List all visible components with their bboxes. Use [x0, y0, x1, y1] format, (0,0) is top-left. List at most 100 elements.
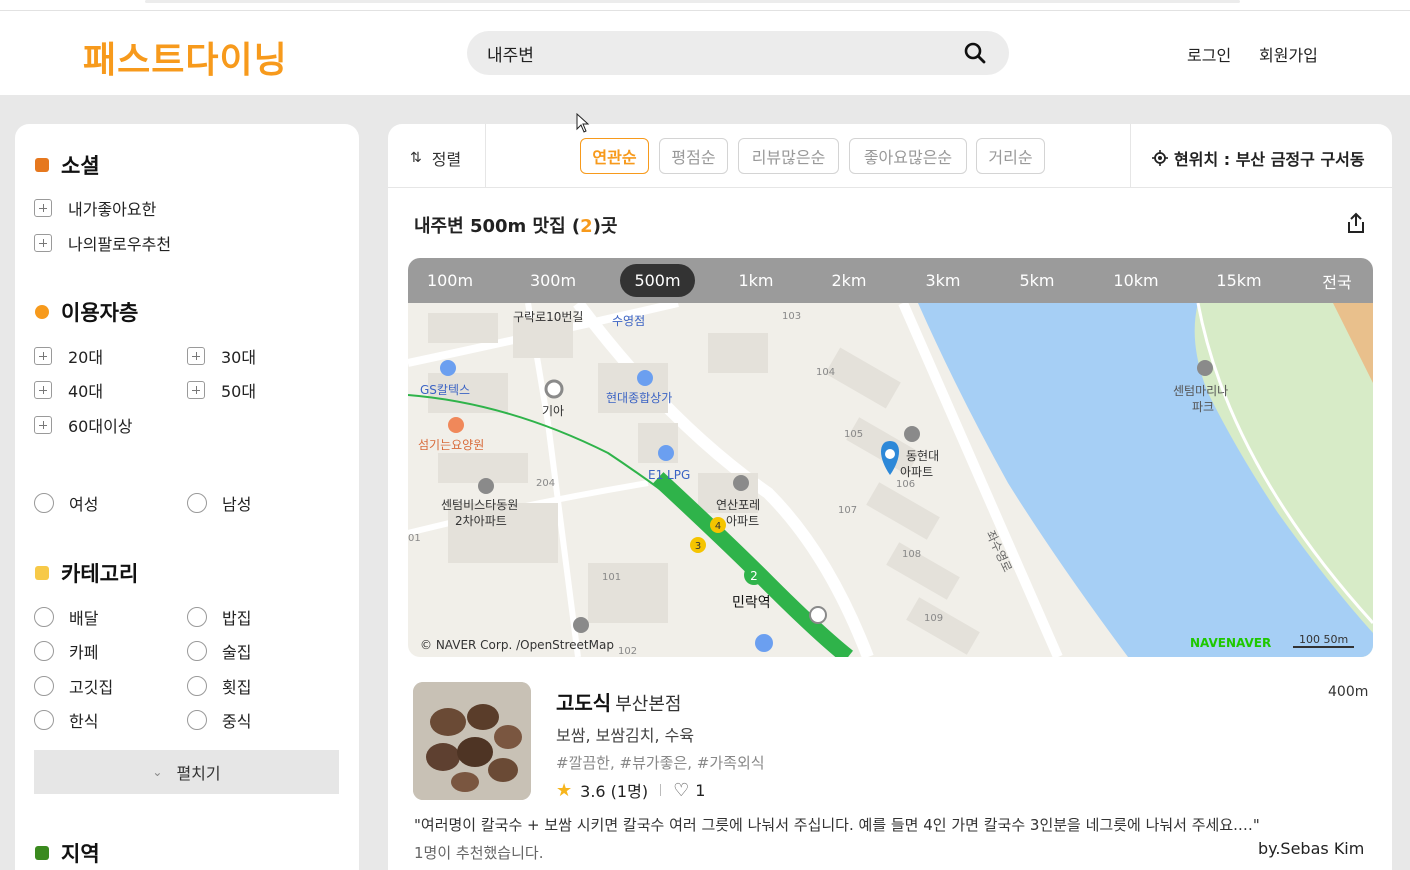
sort-reviews[interactable]: 리뷰많은순: [738, 138, 839, 174]
svg-text:3: 3: [695, 541, 701, 552]
filter-rice[interactable]: 밥집: [187, 605, 251, 629]
plus-icon[interactable]: [34, 347, 52, 365]
plus-icon[interactable]: [34, 199, 52, 217]
filter-age-40[interactable]: 40대: [34, 378, 103, 402]
radio-icon[interactable]: [187, 607, 207, 627]
filter-male[interactable]: 남성: [187, 491, 251, 515]
sort-rating[interactable]: 평점순: [659, 138, 728, 174]
restaurant-rating-row: ★ 3.6 (1명) ♡ 1: [556, 778, 705, 802]
region-dot-icon: [35, 846, 49, 860]
radio-icon[interactable]: [187, 710, 207, 730]
location-target-icon: [1152, 150, 1168, 166]
login-link[interactable]: 로그인: [1187, 42, 1231, 66]
map-label-centum-star2: 2차아파트: [455, 514, 507, 528]
distance-100m[interactable]: 100m: [414, 264, 486, 297]
sort-likes[interactable]: 좋아요많은순: [849, 138, 967, 174]
results-heading: 내주변 500m 맛집 (2)곳: [414, 212, 617, 238]
radio-icon[interactable]: [34, 676, 54, 696]
distance-500m[interactable]: 500m: [620, 264, 695, 297]
plus-icon[interactable]: [34, 381, 52, 399]
like-count: 1: [695, 780, 706, 800]
expand-button[interactable]: ⌄ 펼치기: [34, 750, 339, 794]
map-label-b109: 109: [924, 613, 943, 624]
sort-relevance[interactable]: 연관순: [580, 138, 649, 174]
filter-delivery[interactable]: 배달: [34, 605, 98, 629]
distance-2km[interactable]: 2km: [819, 264, 879, 297]
divider: [1130, 124, 1131, 188]
sort-button[interactable]: ⇅ 정렬: [410, 146, 461, 170]
radio-icon[interactable]: [187, 641, 207, 661]
map-label-e1: E1 LPG: [648, 468, 690, 482]
distance-1km[interactable]: 1km: [726, 264, 786, 297]
svg-text:4: 4: [715, 521, 721, 532]
filter-chinese[interactable]: 중식: [187, 708, 251, 732]
map-label-b105: 105: [844, 429, 863, 440]
naver-map-logo[interactable]: NAVENAVER: [1190, 636, 1271, 650]
map-label-centum-marina: 센텀마리나: [1173, 384, 1228, 398]
option-label: 카페: [69, 643, 99, 662]
search-bar[interactable]: [467, 31, 1009, 75]
map-label-gs: GS칼텍스: [420, 383, 470, 397]
site-logo[interactable]: 패스트다이닝: [83, 31, 288, 83]
filter-bar[interactable]: 술집: [187, 639, 251, 663]
sort-distance[interactable]: 거리순: [976, 138, 1045, 174]
filter-age-20[interactable]: 20대: [34, 344, 103, 368]
restaurant-name[interactable]: 고도식 부산본점: [556, 687, 681, 716]
heart-icon[interactable]: ♡: [673, 780, 689, 801]
plus-icon[interactable]: [34, 416, 52, 434]
radio-icon[interactable]: [187, 676, 207, 696]
map-canvas[interactable]: 2 3 4 GS칼텍스 기아 현대종합상가 수영점 구락로10번길 섬기는요양원…: [408, 303, 1373, 657]
section-region: 지역: [35, 838, 100, 868]
filter-age-30[interactable]: 30대: [187, 344, 256, 368]
header: 패스트다이닝 로그인 회원가입: [0, 11, 1410, 95]
section-age: 이용자층: [35, 297, 138, 327]
filter-cafe[interactable]: 카페: [34, 639, 98, 663]
distance-nationwide[interactable]: 전국: [1311, 264, 1363, 297]
filter-age-50[interactable]: 50대: [187, 378, 256, 402]
search-input[interactable]: [487, 31, 947, 75]
filter-liked[interactable]: 내가좋아요한: [34, 196, 156, 220]
radio-icon[interactable]: [34, 710, 54, 730]
expand-label: 펼치기: [176, 764, 221, 783]
section-category: 카테고리: [35, 558, 138, 588]
category-dot-icon: [35, 566, 49, 580]
share-icon[interactable]: [1346, 212, 1366, 234]
filter-sashimi[interactable]: 횟집: [187, 674, 251, 698]
radio-icon[interactable]: [187, 493, 207, 513]
plus-icon[interactable]: [187, 381, 205, 399]
restaurant-photo[interactable]: [413, 682, 531, 800]
social-dot-icon: [35, 158, 49, 172]
distance-300m[interactable]: 300m: [516, 264, 590, 297]
horizontal-scrollbar[interactable]: [145, 0, 1240, 3]
radio-icon[interactable]: [34, 641, 54, 661]
map-label-centum-marina2: 파크: [1192, 400, 1214, 414]
filter-follow-recommend[interactable]: 나의팔로우추천: [34, 231, 171, 255]
results-suffix: )곳: [592, 216, 618, 237]
results-panel: ⇅ 정렬 연관순 평점순 리뷰많은순 좋아요많은순 거리순 현위치 : 부산 금…: [388, 124, 1392, 870]
distance-15km[interactable]: 15km: [1207, 264, 1271, 297]
filter-age-60plus[interactable]: 60대이상: [34, 413, 133, 437]
option-label: 횟집: [222, 678, 252, 697]
option-label: 내가좋아요한: [68, 200, 157, 219]
map-label-nursing: 섬기는요양원: [418, 438, 484, 452]
option-label: 여성: [69, 495, 99, 514]
search-icon[interactable]: [963, 41, 987, 65]
plus-icon[interactable]: [187, 347, 205, 365]
plus-icon[interactable]: [34, 234, 52, 252]
filter-meat[interactable]: 고깃집: [34, 674, 113, 698]
review-snippet[interactable]: "여러명이 칼국수 + 보쌈 시키면 칼국수 여러 그릇에 나눠서 주십니다. …: [414, 814, 1369, 835]
radio-icon[interactable]: [34, 607, 54, 627]
signup-link[interactable]: 회원가입: [1259, 42, 1318, 66]
map-view[interactable]: 2 3 4 GS칼텍스 기아 현대종합상가 수영점 구락로10번길 섬기는요양원…: [408, 303, 1373, 657]
review-author[interactable]: by.Sebas Kim: [1258, 839, 1364, 858]
top-scrollbar-strip: [0, 0, 1410, 11]
distance-3km[interactable]: 3km: [913, 264, 973, 297]
distance-5km[interactable]: 5km: [1007, 264, 1067, 297]
filter-female[interactable]: 여성: [34, 491, 98, 515]
distance-10km[interactable]: 10km: [1104, 264, 1168, 297]
radio-icon[interactable]: [34, 493, 54, 513]
current-location[interactable]: 현위치 : 부산 금정구 구서동: [1152, 146, 1365, 170]
filter-korean[interactable]: 한식: [34, 708, 98, 732]
option-label: 한식: [69, 712, 99, 731]
option-label: 30대: [221, 348, 257, 367]
